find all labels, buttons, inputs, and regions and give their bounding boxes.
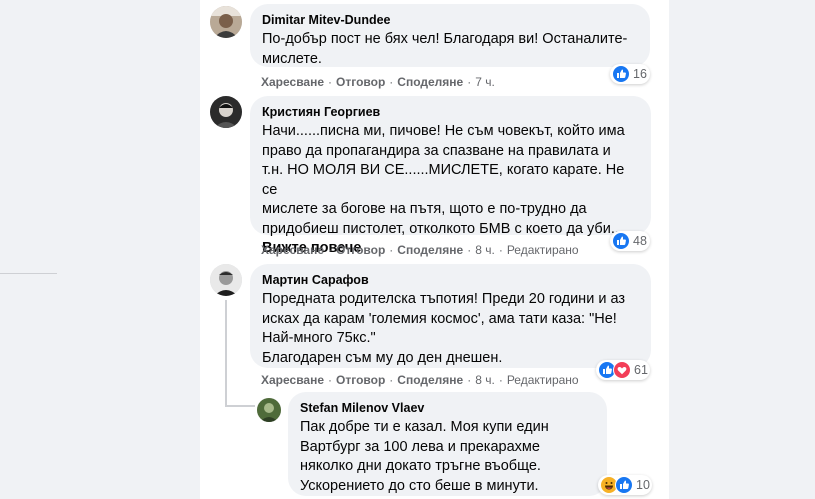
like-button[interactable]: Харесване bbox=[261, 243, 324, 257]
comment-line: Вартбург за 100 лева и прекарахме bbox=[300, 438, 540, 455]
share-button[interactable]: Споделяне bbox=[397, 373, 463, 387]
avatar[interactable] bbox=[210, 264, 242, 296]
comment-text: По-добър пост не бях чел! Благодаря ви! … bbox=[262, 30, 638, 69]
comment-timestamp[interactable]: 8 ч. bbox=[475, 243, 495, 257]
edited-label: Редактирано bbox=[506, 243, 579, 257]
comment-line: т.н. НО МОЛЯ ВИ СЕ......МИСЛЕТЕ, когато … bbox=[262, 162, 625, 198]
comment-line: няколко дни докато тръгне въобще. bbox=[300, 458, 541, 474]
reaction-summary[interactable]: 61 bbox=[596, 360, 650, 380]
love-reaction-icon bbox=[613, 361, 631, 379]
comment-line: придобиеш пистолет, отколкото БМВ с коет… bbox=[262, 220, 623, 237]
like-button[interactable]: Харесване bbox=[261, 75, 324, 89]
avatar[interactable] bbox=[210, 96, 242, 128]
comment-line: Начи......писна ми, пичове! Не съм човек… bbox=[262, 123, 625, 139]
comment-actions: Харесване · Отговор · Споделяне · 8 ч. · Редакти… bbox=[261, 243, 579, 257]
comment-bubble: Кристиян Георгиев Начи......писна ми, пи… bbox=[250, 96, 651, 256]
comment-line: Пак добре ти е казал. Моя купи един bbox=[300, 419, 549, 435]
like-reaction-icon bbox=[612, 232, 630, 250]
like-reaction-icon bbox=[615, 476, 633, 494]
comment-line: Поредната родителска тъпотия! Преди 20 г… bbox=[262, 291, 625, 307]
reply-button[interactable]: Отговор bbox=[336, 373, 385, 387]
share-button[interactable]: Споделяне bbox=[397, 243, 463, 257]
like-button[interactable]: Харесване bbox=[261, 373, 324, 387]
comment: Dimitar Mitev-Dundee По-добър пост не бя… bbox=[200, 0, 669, 90]
comment-line: исках да карам 'големия космос', ама тат… bbox=[262, 310, 617, 327]
comment: Мартин Сарафов Поредната родителска тъпо… bbox=[200, 260, 669, 392]
comment-line: Най-много 75кс." bbox=[262, 330, 376, 346]
comment-line: мислете за богове на пътя, щото е по-тру… bbox=[262, 201, 587, 217]
comment-line: право да пропагандира за спазване на пра… bbox=[262, 142, 611, 159]
reaction-count: 10 bbox=[636, 478, 650, 492]
avatar[interactable] bbox=[210, 6, 242, 38]
reaction-count: 16 bbox=[633, 67, 647, 81]
reply-button[interactable]: Отговор bbox=[336, 75, 385, 89]
comment: Кристиян Георгиев Начи......писна ми, пи… bbox=[200, 90, 669, 260]
comment-bubble: Dimitar Mitev-Dundee По-добър пост не бя… bbox=[250, 4, 650, 67]
reaction-summary[interactable]: 10 bbox=[598, 475, 652, 495]
avatar[interactable] bbox=[257, 398, 281, 422]
reply-comment: Stefan Milenov Vlaev Пак добре ти е каза… bbox=[200, 392, 669, 499]
reply-button[interactable]: Отговор bbox=[336, 243, 385, 257]
comment-actions: Харесване · Отговор · Споделяне · 8 ч. · Редакти… bbox=[261, 373, 579, 387]
comment-author[interactable]: Мартин Сарафов bbox=[262, 272, 639, 288]
comment-author[interactable]: Dimitar Mitev-Dundee bbox=[262, 12, 638, 28]
comment-text: Начи......писна ми, пичове! Не съм човек… bbox=[262, 122, 639, 239]
comment-actions: Харесване · Отговор · Споделяне · 7 ч. bbox=[261, 75, 495, 89]
comment-bubble: Stefan Milenov Vlaev Пак добре ти е каза… bbox=[288, 392, 607, 496]
comment-text: Пак добре ти е казал. Моя купи един Варт… bbox=[300, 418, 595, 496]
comments-panel: Dimitar Mitev-Dundee По-добър пост не бя… bbox=[200, 0, 669, 499]
comment-line: Ускорението до сто беше в минути. bbox=[300, 477, 539, 494]
comment-line: По-добър пост не бях чел! Благодаря ви! … bbox=[262, 31, 628, 47]
comment-line: Благодарен съм му до ден днешен. bbox=[262, 349, 503, 366]
reaction-summary[interactable]: 16 bbox=[610, 64, 650, 84]
comment-author[interactable]: Кристиян Георгиев bbox=[262, 104, 639, 120]
comment-bubble: Мартин Сарафов Поредната родителска тъпо… bbox=[250, 264, 651, 368]
comment-author[interactable]: Stefan Milenov Vlaev bbox=[300, 400, 595, 416]
edited-label: Редактирано bbox=[506, 373, 579, 387]
left-divider bbox=[0, 273, 57, 274]
reaction-summary[interactable]: 48 bbox=[610, 231, 650, 251]
like-reaction-icon bbox=[612, 65, 630, 83]
comment-timestamp[interactable]: 8 ч. bbox=[475, 373, 495, 387]
share-button[interactable]: Споделяне bbox=[397, 75, 463, 89]
reaction-count: 61 bbox=[634, 363, 648, 377]
comment-line: мислете. bbox=[262, 50, 322, 67]
reaction-count: 48 bbox=[633, 234, 647, 248]
comment-text: Поредната родителска тъпотия! Преди 20 г… bbox=[262, 290, 639, 368]
comment-timestamp[interactable]: 7 ч. bbox=[475, 75, 495, 89]
